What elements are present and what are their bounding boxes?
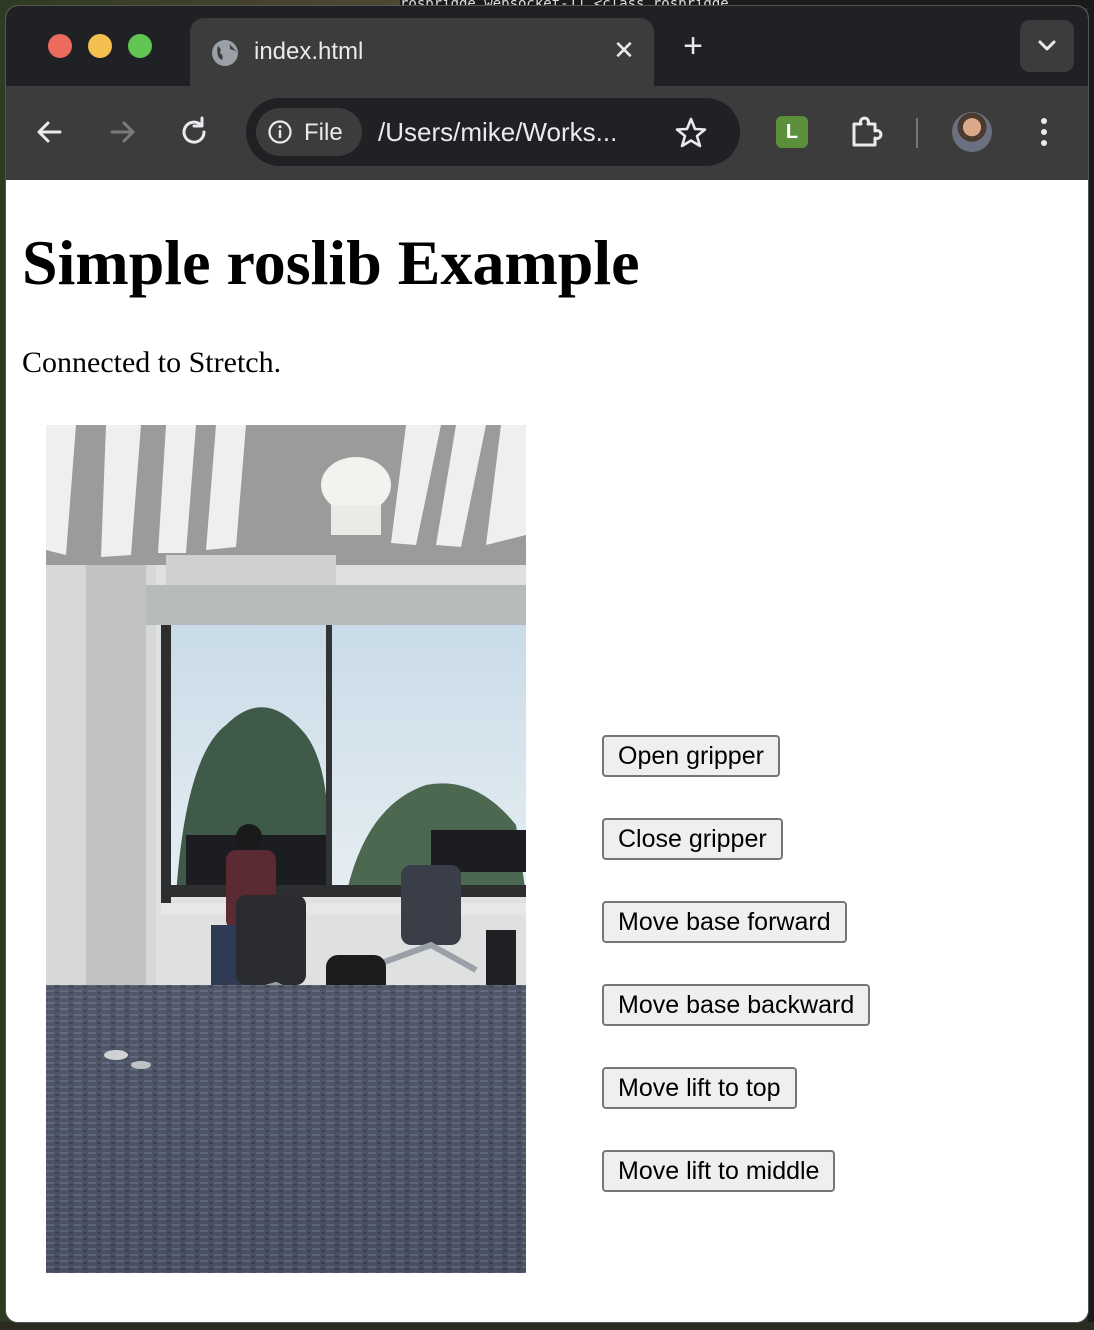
camera-feed-image [46,425,526,1273]
move-lift-to-top-button[interactable]: Move lift to top [602,1067,797,1109]
background-terminal-edge [1088,0,1094,1330]
page-content: Simple roslib Example Connected to Stret… [6,180,1088,1322]
chevron-down-icon [1038,40,1056,51]
tab-strip: index.html ✕ + [6,6,1088,86]
bookmark-star-icon[interactable] [674,116,708,150]
browser-toolbar: File /Users/mike/Works... L [6,86,1088,180]
reload-icon[interactable] [174,112,214,152]
site-info-label: File [304,119,343,146]
new-tab-icon[interactable]: + [678,29,708,63]
toolbar-separator [916,118,918,148]
url-text[interactable]: /Users/mike/Works... [378,117,658,148]
extensions-puzzle-icon[interactable] [846,112,886,152]
tab-title: index.html [254,38,364,65]
info-icon [268,120,292,144]
move-base-forward-button[interactable]: Move base forward [602,901,847,943]
tab-search-button[interactable] [1020,20,1074,72]
close-tab-icon[interactable]: ✕ [610,36,638,64]
forward-arrow-icon[interactable] [102,112,142,152]
open-gripper-button[interactable]: Open gripper [602,735,780,777]
close-gripper-button[interactable]: Close gripper [602,818,783,860]
globe-icon [212,40,238,66]
close-window-button[interactable] [48,34,72,58]
page-title: Simple roslib Example [22,227,640,298]
l-extension-icon[interactable]: L [776,116,808,148]
address-bar[interactable]: File /Users/mike/Works... [246,98,740,166]
move-lift-to-middle-button[interactable]: Move lift to middle [602,1150,836,1192]
more-menu-icon[interactable] [1024,112,1064,152]
background-file-list-text: 2025-01- 8:08 PM 2023-0 0 PM mov 2024-0 … [0,1322,1094,1330]
maximize-window-button[interactable] [128,34,152,58]
browser-window: index.html ✕ + File /Users/mike/Works...… [6,6,1088,1322]
site-info-button[interactable]: File [256,108,362,156]
move-base-backward-button[interactable]: Move base backward [602,984,871,1026]
profile-avatar[interactable] [952,112,992,152]
minimize-window-button[interactable] [88,34,112,58]
connection-status: Connected to Stretch. [22,346,282,379]
tab-index-html[interactable]: index.html ✕ [190,18,654,86]
back-arrow-icon[interactable] [30,112,70,152]
